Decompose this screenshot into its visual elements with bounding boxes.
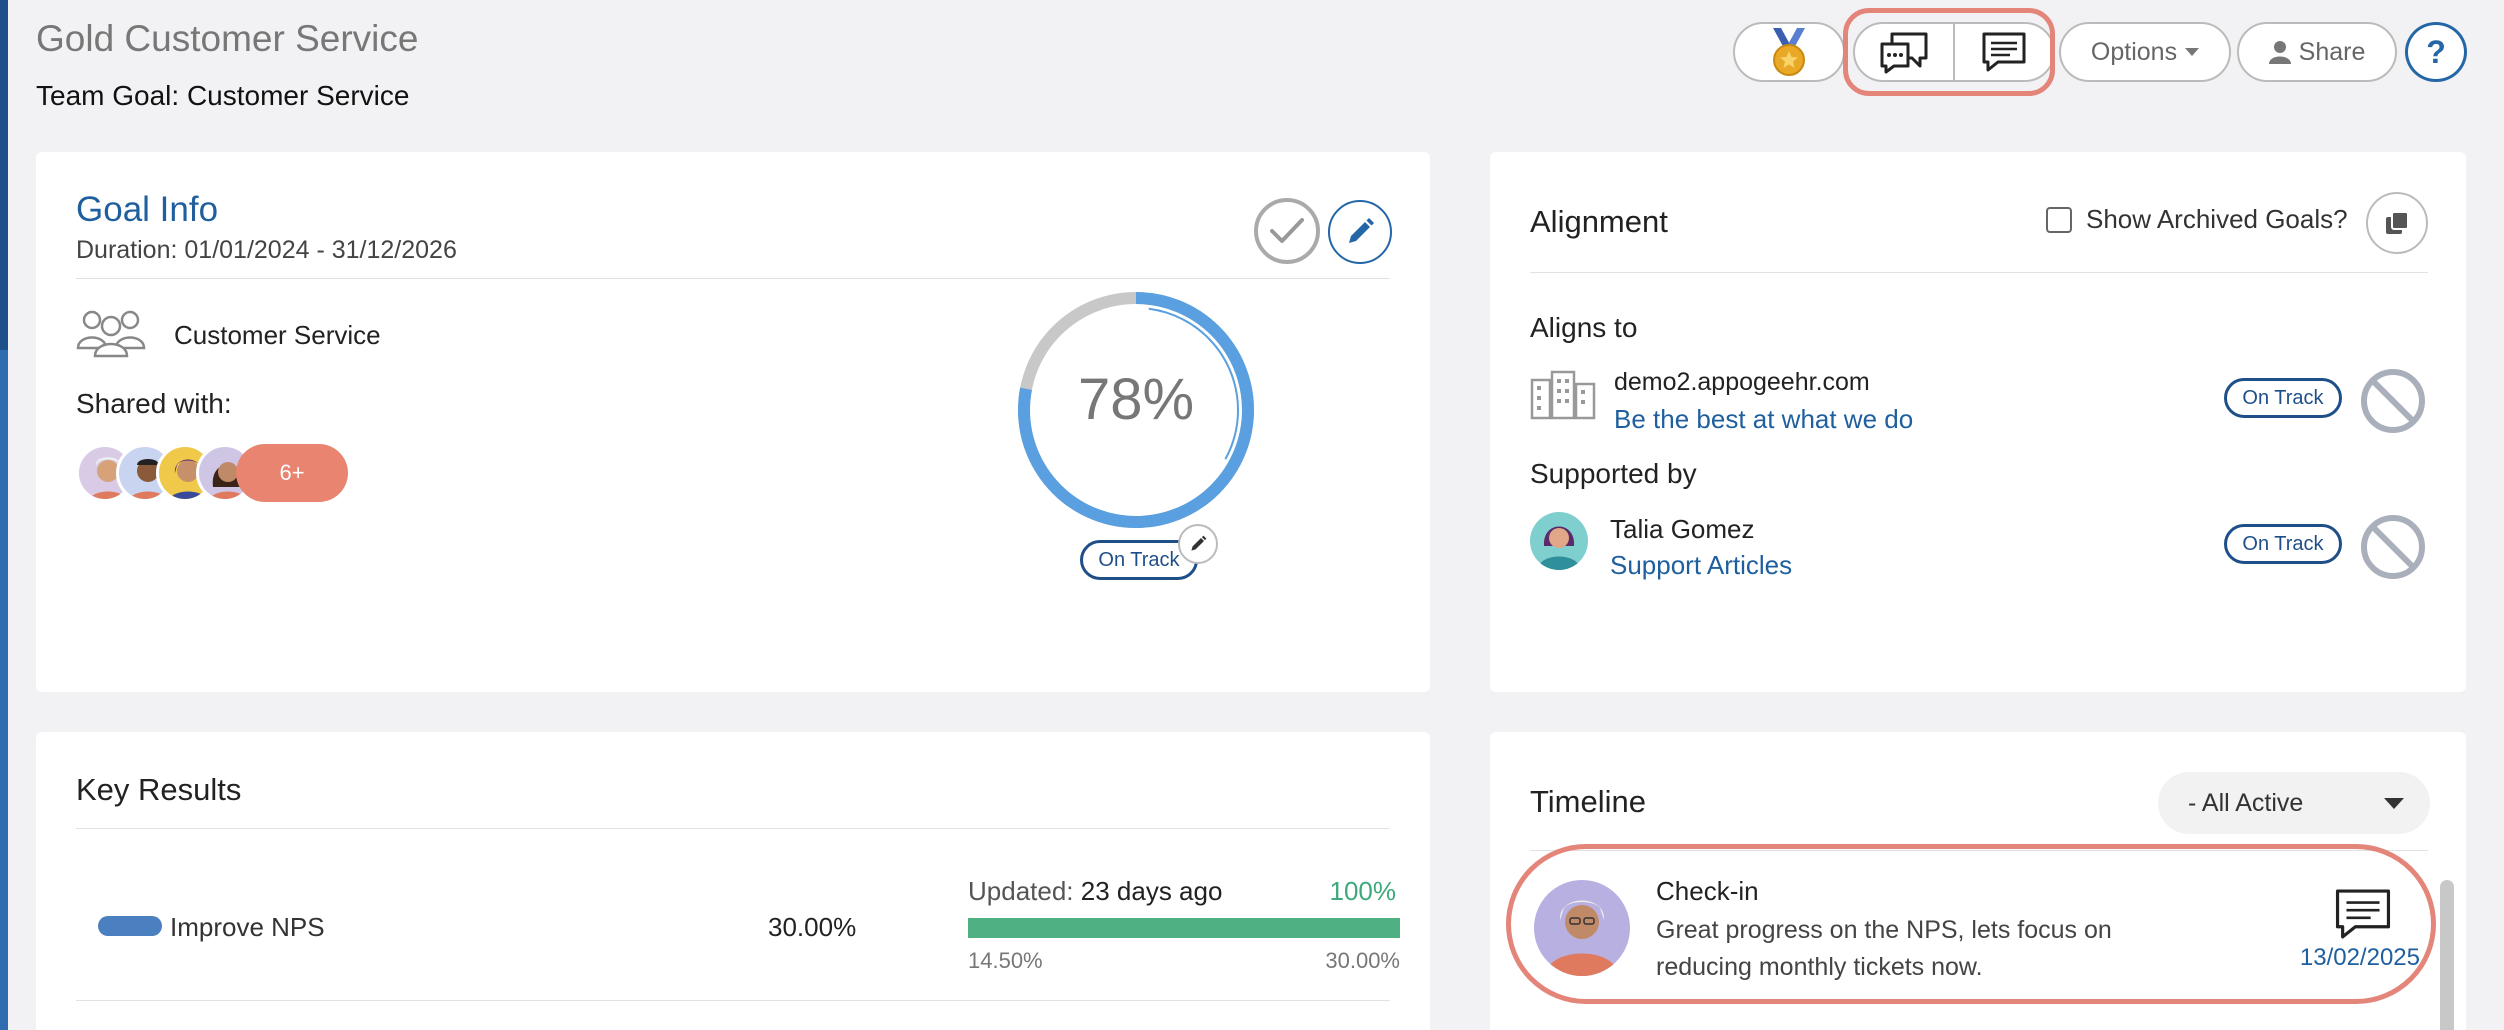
building-icon	[1530, 370, 1596, 420]
key-result-target: 30.00%	[768, 912, 857, 942]
key-results-heading: Key Results	[76, 772, 242, 807]
pencil-icon	[1349, 218, 1374, 243]
team-icon	[76, 310, 146, 358]
progress-percent: 78%	[1077, 367, 1195, 432]
check-icon	[1270, 218, 1304, 243]
supported-by-label: Supported by	[1530, 458, 1697, 489]
divider	[76, 1000, 1390, 1001]
timeline-scrollbar[interactable]	[2440, 880, 2454, 1030]
goal-info-card: Goal Info Duration: 01/01/2024 - 31/12/2…	[36, 152, 1430, 692]
edit-progress-button[interactable]	[1178, 524, 1218, 564]
help-button[interactable]: ?	[2405, 22, 2467, 82]
help-icon: ?	[2426, 33, 2446, 70]
copy-button[interactable]	[2366, 192, 2428, 254]
alignment-heading: Alignment	[1530, 204, 1668, 239]
unlink-icon[interactable]	[2360, 368, 2426, 434]
more-shared-button[interactable]: 6+	[236, 444, 348, 502]
show-archived-toggle[interactable]: Show Archived Goals?	[2046, 204, 2348, 235]
aligned-goal-link[interactable]: Be the best at what we do	[1614, 404, 1913, 435]
supporting-goal-link[interactable]: Support Articles	[1610, 550, 1792, 581]
goal-info-heading: Goal Info	[76, 190, 219, 229]
divider	[76, 278, 1390, 279]
divider	[76, 828, 1390, 829]
supported-status-badge: On Track	[2224, 524, 2342, 564]
aligned-org-name: demo2.appogeehr.com	[1614, 368, 1870, 396]
key-result-updated: Updated: 23 days ago	[968, 876, 1222, 907]
show-archived-label: Show Archived Goals?	[2086, 204, 2348, 234]
page-subtitle: Team Goal: Customer Service	[36, 80, 410, 111]
options-dropdown[interactable]: Options	[2059, 22, 2231, 82]
options-label: Options	[2090, 37, 2178, 66]
timeline-filter-select[interactable]: - All Active	[2158, 772, 2430, 834]
user-icon	[2268, 41, 2291, 64]
medal-button[interactable]	[1733, 22, 1845, 82]
timeline-card: Timeline - All Active Check-in Great pro…	[1490, 732, 2466, 1030]
timeline-heading: Timeline	[1530, 784, 1646, 819]
key-result-progress-bar	[968, 918, 1400, 938]
pencil-icon	[1191, 535, 1207, 551]
key-result-min: 14.50%	[968, 948, 1043, 973]
key-result-max: 30.00%	[1325, 948, 1400, 973]
team-name: Customer Service	[174, 320, 381, 350]
timeline-filter-value: - All Active	[2188, 788, 2304, 817]
left-rail	[0, 0, 8, 1030]
avatar	[1530, 512, 1588, 570]
aligned-status-badge: On Track	[2224, 378, 2342, 418]
goal-duration: Duration: 01/01/2024 - 31/12/2026	[76, 236, 457, 264]
unlink-icon[interactable]	[2360, 514, 2426, 580]
share-label: Share	[2298, 37, 2366, 66]
key-result-progress-fill	[968, 918, 1400, 938]
copy-icon	[2386, 211, 2409, 234]
updated-label: Updated:	[968, 876, 1074, 906]
chat-buttons-highlight	[1843, 8, 2055, 96]
key-result-name[interactable]: Improve NPS	[170, 912, 325, 943]
alignment-card: Alignment Show Archived Goals? Aligns to…	[1490, 152, 2466, 692]
aligns-to-label: Aligns to	[1530, 312, 1638, 343]
updated-value: 23 days ago	[1080, 876, 1223, 906]
key-result-color-swatch	[98, 916, 162, 936]
caret-down-icon	[2185, 48, 2200, 56]
page-title: Gold Customer Service	[36, 18, 419, 59]
divider	[1530, 272, 2428, 273]
medal-icon	[1773, 28, 1805, 76]
caret-down-icon	[2384, 798, 2404, 809]
key-result-percent: 100%	[1329, 876, 1397, 906]
left-rail-active	[0, 0, 8, 350]
share-button[interactable]: Share	[2237, 22, 2397, 82]
timeline-entry-highlight	[1506, 844, 2436, 1004]
shared-with-label: Shared with:	[76, 388, 232, 419]
key-results-card: Key Results Improve NPS 30.00% Updated: …	[36, 732, 1430, 1030]
complete-goal-button[interactable]	[1254, 198, 1320, 264]
show-archived-checkbox[interactable]	[2046, 206, 2072, 233]
supporter-name: Talia Gomez	[1610, 514, 1755, 544]
edit-goal-button[interactable]	[1328, 200, 1392, 264]
